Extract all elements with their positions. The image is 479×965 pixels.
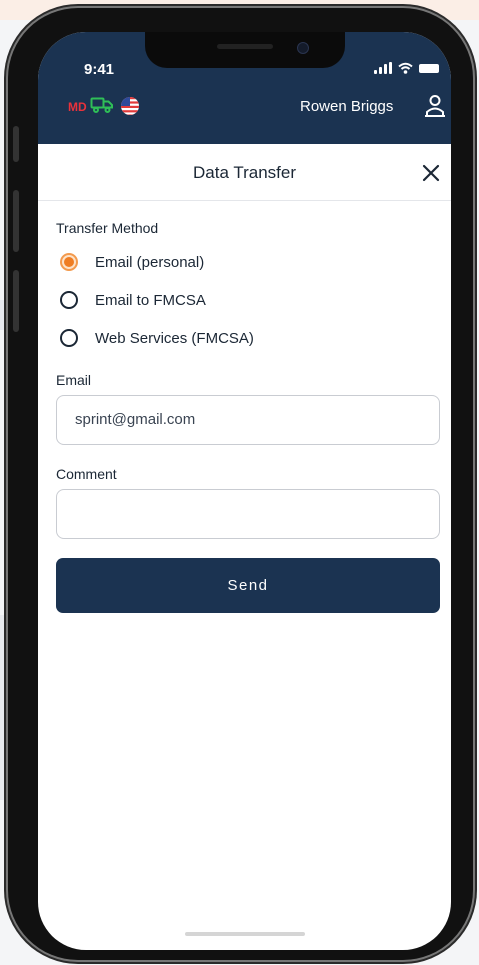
phone-screen: 9:41 MD Rowen Briggs Data Transfer Trans… [38, 32, 451, 950]
radio-button[interactable] [60, 291, 78, 309]
comment-label: Comment [56, 466, 117, 482]
truck-icon [90, 97, 113, 113]
radio-option-email-fmcsa[interactable]: Email to FMCSA [60, 291, 206, 309]
radio-option-email-personal[interactable]: Email (personal) [60, 253, 204, 271]
us-flag-icon [121, 97, 139, 115]
camera [297, 42, 309, 54]
md-badge: MD [68, 100, 87, 114]
email-field[interactable]: sprint@gmail.com [56, 395, 440, 445]
transfer-method-label: Transfer Method [56, 220, 159, 236]
app-header: 9:41 MD Rowen Briggs [38, 32, 451, 144]
signal-icon [374, 62, 392, 74]
battery-icon [419, 64, 439, 73]
radio-button[interactable] [60, 329, 78, 347]
user-name: Rowen Briggs [300, 98, 394, 115]
radio-button-selected[interactable] [60, 253, 78, 271]
email-label: Email [56, 372, 92, 388]
volume-up-button [13, 190, 19, 252]
home-indicator [185, 932, 305, 936]
send-button[interactable]: Send [56, 558, 440, 613]
status-time: 9:41 [84, 61, 115, 78]
phone-frame: 9:41 MD Rowen Briggs Data Transfer Trans… [8, 8, 473, 960]
radio-label: Web Services (FMCSA) [95, 329, 254, 347]
comment-field[interactable] [56, 489, 440, 539]
mute-switch [13, 126, 19, 162]
status-icons [374, 62, 439, 74]
wifi-icon [398, 62, 413, 74]
notch [145, 32, 345, 68]
user-icon[interactable] [424, 94, 446, 118]
volume-down-button [13, 270, 19, 332]
radio-label: Email to FMCSA [95, 291, 206, 309]
radio-option-web-services[interactable]: Web Services (FMCSA) [60, 329, 254, 347]
close-icon[interactable] [422, 164, 440, 182]
radio-label: Email (personal) [95, 253, 205, 271]
speaker [217, 44, 273, 49]
dialog-title-bar: Data Transfer [38, 144, 451, 201]
dialog-title: Data Transfer [193, 163, 296, 182]
